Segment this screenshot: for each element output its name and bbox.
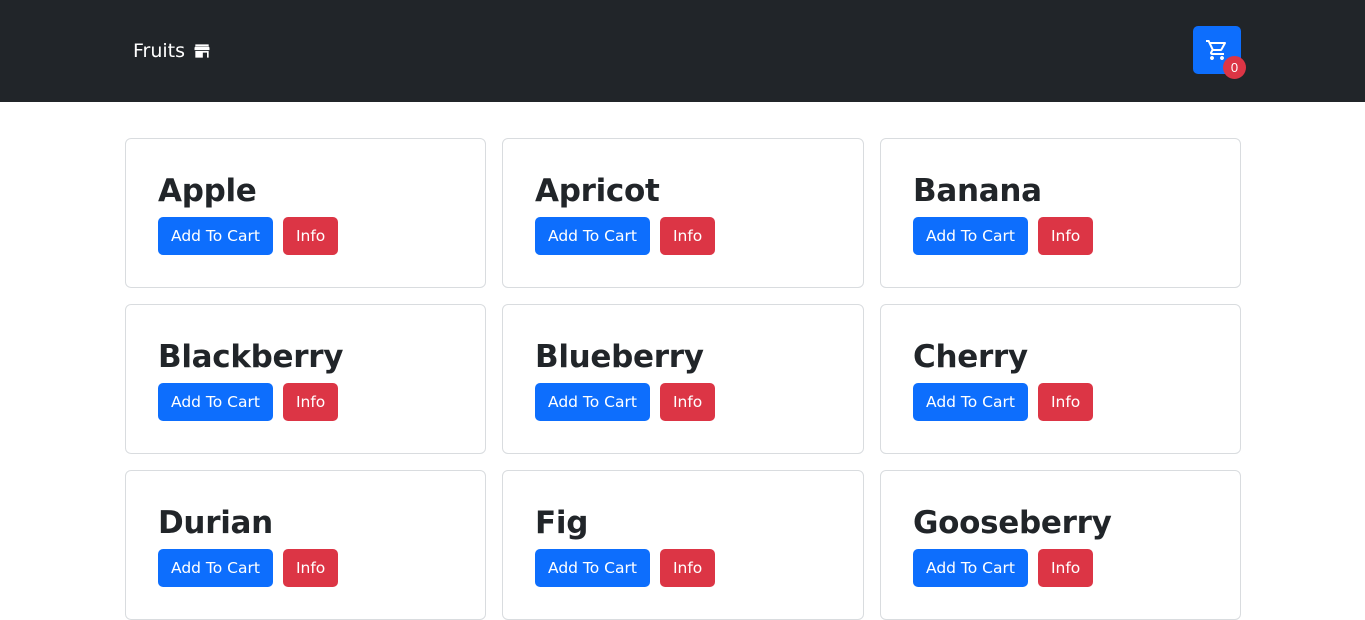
add-to-cart-button[interactable]: Add To Cart — [913, 217, 1028, 255]
info-button[interactable]: Info — [659, 383, 716, 421]
add-to-cart-button[interactable]: Add To Cart — [535, 549, 650, 587]
info-button[interactable]: Info — [282, 549, 339, 587]
product-card: Apricot Add To Cart Info — [502, 138, 864, 288]
info-button[interactable]: Info — [659, 549, 716, 587]
card-actions: Add To Cart Info — [535, 549, 831, 587]
product-name: Banana — [913, 173, 1042, 209]
product-name: Blackberry — [158, 339, 344, 375]
store-icon — [194, 44, 210, 58]
add-to-cart-button[interactable]: Add To Cart — [913, 549, 1028, 587]
product-name: Cherry — [913, 339, 1028, 375]
brand-label: Fruits — [133, 40, 186, 62]
product-name: Apple — [158, 173, 257, 209]
product-card: Gooseberry Add To Cart Info — [880, 470, 1241, 620]
info-button[interactable]: Info — [282, 383, 339, 421]
info-button[interactable]: Info — [659, 217, 716, 255]
add-to-cart-button[interactable]: Add To Cart — [158, 383, 273, 421]
cart-button[interactable]: 0 — [1193, 26, 1246, 79]
info-button[interactable]: Info — [282, 217, 339, 255]
card-actions: Add To Cart Info — [158, 383, 453, 421]
add-to-cart-button[interactable]: Add To Cart — [535, 383, 650, 421]
add-to-cart-button[interactable]: Add To Cart — [535, 217, 650, 255]
card-actions: Add To Cart Info — [913, 383, 1208, 421]
info-button[interactable]: Info — [1037, 217, 1094, 255]
add-to-cart-button[interactable]: Add To Cart — [913, 383, 1028, 421]
card-actions: Add To Cart Info — [535, 383, 831, 421]
product-name: Durian — [158, 505, 273, 541]
product-grid: Apple Add To Cart Info Apricot Add To Ca… — [125, 138, 1241, 620]
product-card: Blackberry Add To Cart Info — [125, 304, 486, 454]
product-name: Apricot — [535, 173, 660, 209]
product-name: Blueberry — [535, 339, 704, 375]
product-card: Apple Add To Cart Info — [125, 138, 486, 288]
card-actions: Add To Cart Info — [913, 549, 1208, 587]
card-actions: Add To Cart Info — [158, 549, 453, 587]
card-actions: Add To Cart Info — [535, 217, 831, 255]
cart-count-badge: 0 — [1223, 56, 1246, 79]
card-actions: Add To Cart Info — [158, 217, 453, 255]
product-name: Fig — [535, 505, 589, 541]
info-button[interactable]: Info — [1037, 549, 1094, 587]
navbar: Fruits 0 — [0, 0, 1365, 102]
product-card: Banana Add To Cart Info — [880, 138, 1241, 288]
card-actions: Add To Cart Info — [913, 217, 1208, 255]
add-to-cart-button[interactable]: Add To Cart — [158, 549, 273, 587]
add-to-cart-button[interactable]: Add To Cart — [158, 217, 273, 255]
product-card: Cherry Add To Cart Info — [880, 304, 1241, 454]
product-card: Blueberry Add To Cart Info — [502, 304, 864, 454]
brand-link[interactable]: Fruits — [133, 38, 212, 64]
product-card: Fig Add To Cart Info — [502, 470, 864, 620]
product-card: Durian Add To Cart Info — [125, 470, 486, 620]
product-name: Gooseberry — [913, 505, 1112, 541]
info-button[interactable]: Info — [1037, 383, 1094, 421]
